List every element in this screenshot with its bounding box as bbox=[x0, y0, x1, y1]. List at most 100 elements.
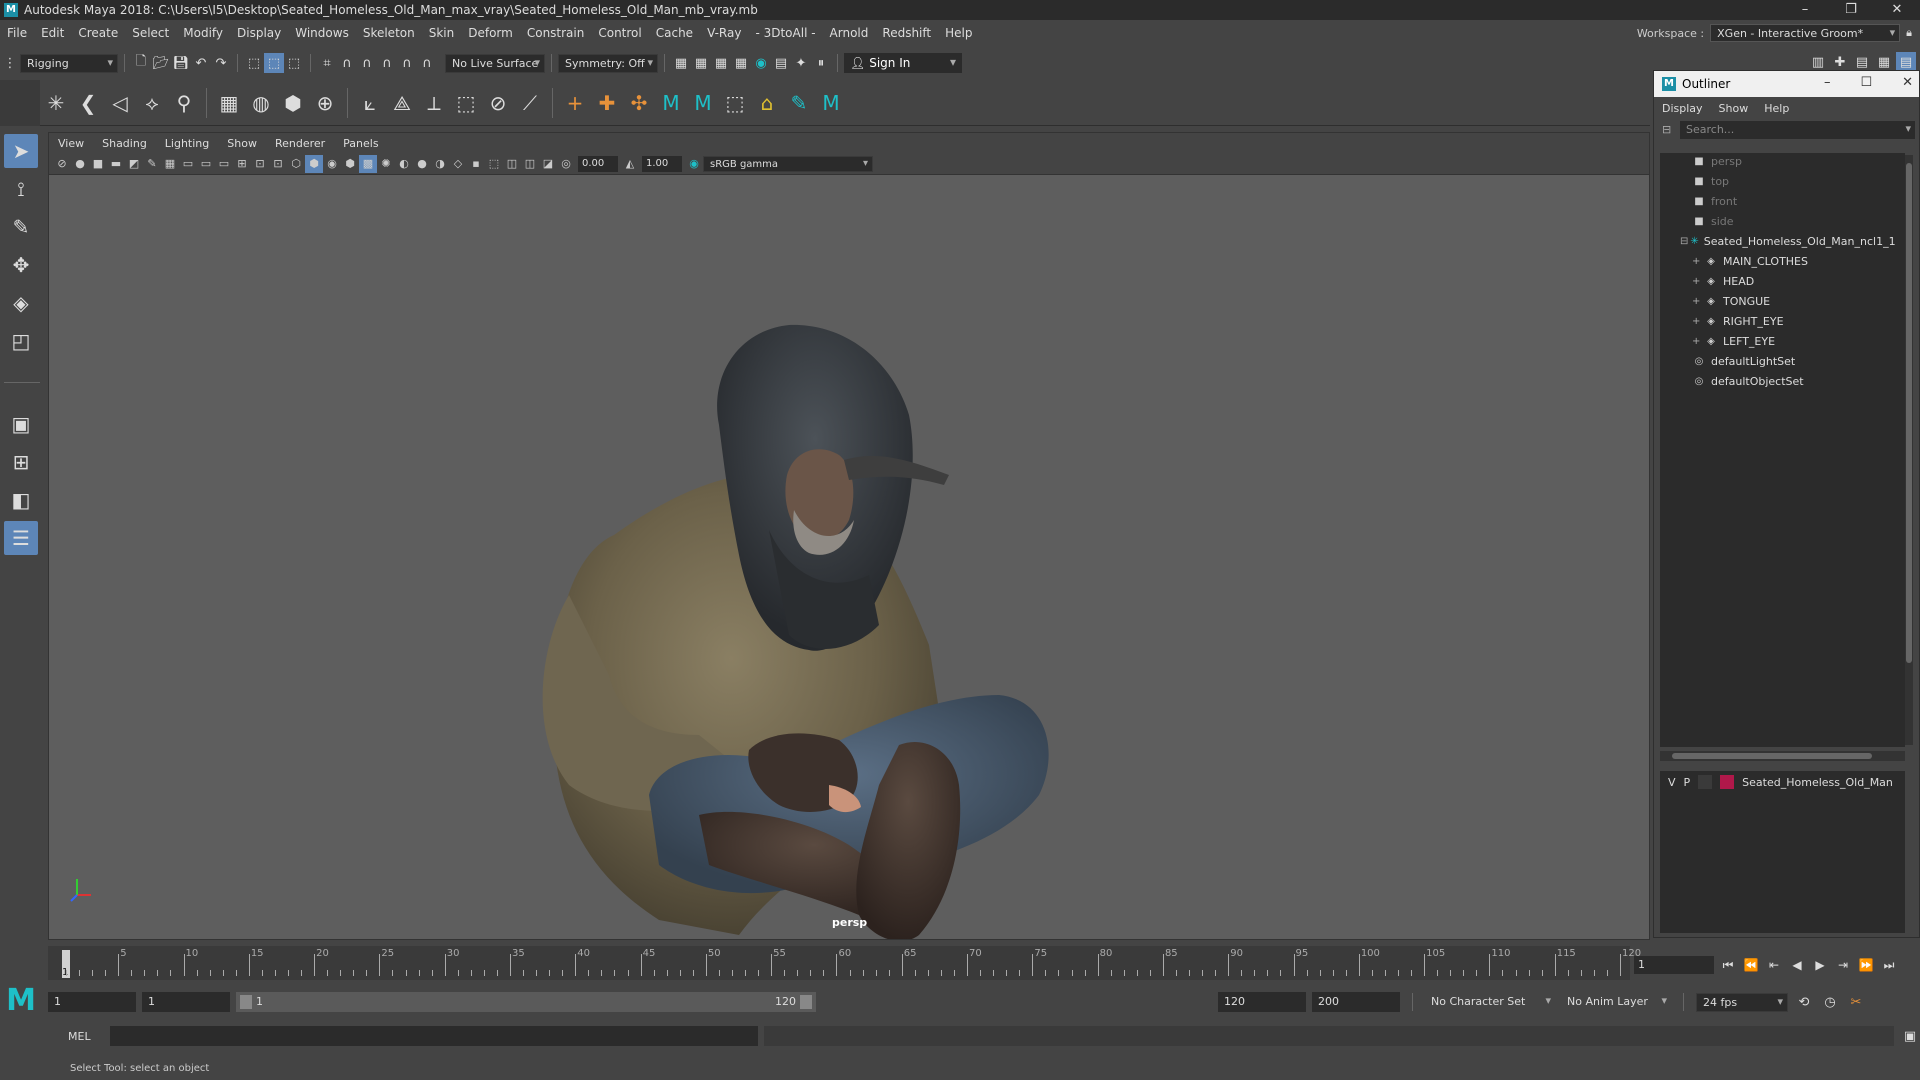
command-input[interactable] bbox=[110, 1026, 758, 1046]
camera-attributes-icon[interactable]: ⊘ bbox=[53, 155, 71, 173]
view-transform-dropdown[interactable]: sRGB gamma bbox=[703, 155, 873, 172]
outliner-menu-display[interactable]: Display bbox=[1654, 102, 1711, 115]
wireframe-icon[interactable]: ⬡ bbox=[287, 155, 305, 173]
outliner-item-front[interactable]: ■ front bbox=[1666, 191, 1886, 211]
humanik-icon[interactable]: ⚲ bbox=[168, 87, 200, 119]
menu-skin[interactable]: Skin bbox=[422, 26, 462, 40]
undo-icon[interactable]: ↶ bbox=[191, 53, 211, 73]
playback-start-field[interactable]: 1 bbox=[142, 992, 230, 1012]
panel-menu-view[interactable]: View bbox=[49, 137, 93, 150]
maximize-icon[interactable]: ☐ bbox=[1860, 75, 1872, 90]
snap-point-icon[interactable]: ∩ bbox=[357, 53, 377, 73]
color-management-icon[interactable]: ◉ bbox=[685, 155, 703, 173]
outliner-menu-help[interactable]: Help bbox=[1756, 102, 1797, 115]
ambient-occlusion-icon[interactable]: ● bbox=[413, 155, 431, 173]
panel-menu-show[interactable]: Show bbox=[218, 137, 266, 150]
lattice-icon[interactable]: ▦ bbox=[213, 87, 245, 119]
live-surface-dropdown[interactable]: No Live Surface bbox=[445, 53, 545, 73]
create-joints-icon[interactable]: ✳ bbox=[40, 87, 72, 119]
move-tool-icon[interactable]: ✥ bbox=[4, 248, 38, 282]
menu-cache[interactable]: Cache bbox=[649, 26, 700, 40]
depth-of-field-icon[interactable]: ▪ bbox=[467, 155, 485, 173]
restore-icon[interactable]: ❐ bbox=[1828, 0, 1874, 20]
collapse-handle-icon[interactable]: ⋮ bbox=[0, 53, 20, 73]
new-scene-icon[interactable]: 🗋︎ bbox=[131, 53, 151, 73]
outliner-item-right-eye[interactable]: + ◈ RIGHT_EYE bbox=[1666, 311, 1886, 331]
ipr-render-icon[interactable]: ▦ bbox=[711, 53, 731, 73]
paint-select-icon[interactable]: ✎ bbox=[4, 210, 38, 244]
locator-joint-icon[interactable]: ✚ bbox=[591, 87, 623, 119]
snap-curve-icon[interactable]: ∩ bbox=[337, 53, 357, 73]
light-editor-icon[interactable]: ✦ bbox=[791, 53, 811, 73]
two-pane-layout-icon[interactable]: ◧ bbox=[4, 483, 38, 517]
lasso-tool-icon[interactable]: ⟟ bbox=[4, 172, 38, 206]
select-tool-icon[interactable]: ➤ bbox=[4, 134, 38, 168]
single-pane-layout-icon[interactable]: ▣ bbox=[4, 407, 38, 441]
rig-helper-icon[interactable]: ✣ bbox=[623, 87, 655, 119]
outliner-item-head[interactable]: + ◈ HEAD bbox=[1666, 271, 1886, 291]
playback-end-field[interactable]: 120 bbox=[1218, 992, 1306, 1012]
range-end-handle[interactable] bbox=[800, 995, 812, 1009]
script-language-toggle[interactable]: MEL bbox=[48, 1030, 104, 1043]
shadows-icon[interactable]: ◐ bbox=[395, 155, 413, 173]
grease-pencil-icon[interactable]: ✎ bbox=[143, 155, 161, 173]
menu-select[interactable]: Select bbox=[125, 26, 176, 40]
render-setup-icon[interactable]: ▤ bbox=[771, 53, 791, 73]
fps-dropdown[interactable]: 24 fps bbox=[1696, 992, 1788, 1012]
script-editor-icon[interactable]: ▣ bbox=[1900, 1026, 1920, 1046]
orient-constraint-icon[interactable]: ⟂ bbox=[418, 87, 450, 119]
select-object-icon[interactable]: ⬚ bbox=[264, 53, 284, 73]
workspace-dropdown[interactable]: XGen - Interactive Groom* bbox=[1710, 24, 1901, 42]
range-bar[interactable]: 1 120 bbox=[236, 992, 816, 1012]
safe-action-icon[interactable]: ⊡ bbox=[251, 155, 269, 173]
outliner-item-top[interactable]: ■ top bbox=[1666, 171, 1886, 191]
render-settings-icon[interactable]: ▦ bbox=[731, 53, 751, 73]
panel-menu-lighting[interactable]: Lighting bbox=[156, 137, 218, 150]
outliner-vertical-scrollbar[interactable] bbox=[1905, 155, 1913, 745]
symmetry-dropdown[interactable]: Symmetry: Off bbox=[558, 53, 658, 73]
time-slider[interactable]: 1 51015202530354045505560657075808590951… bbox=[48, 946, 1641, 980]
menu-3dtoall[interactable]: - 3DtoAll - bbox=[748, 26, 822, 40]
anim-layer-dropdown[interactable]: No Anim Layer bbox=[1561, 992, 1671, 1012]
scene-view[interactable] bbox=[49, 175, 1649, 939]
pole-vector-icon[interactable]: ⟋ bbox=[514, 87, 546, 119]
snap-surface-icon[interactable]: ∩ bbox=[397, 53, 417, 73]
rotate-tool-icon[interactable]: ◈ bbox=[4, 286, 38, 320]
expand-icon[interactable]: + bbox=[1692, 296, 1702, 307]
step-back-frame-icon[interactable]: ⇤ bbox=[1765, 958, 1783, 972]
gamma-icon[interactable]: ◭ bbox=[621, 155, 639, 173]
empty-slot-icon[interactable]: ⬚ bbox=[719, 87, 751, 119]
step-forward-key-icon[interactable]: ⏩ bbox=[1857, 958, 1875, 972]
parent-constraint-icon[interactable]: ⊘ bbox=[482, 87, 514, 119]
smooth-shade-icon[interactable]: ⬢ bbox=[305, 154, 323, 173]
maya-script-2-icon[interactable]: M bbox=[687, 87, 719, 119]
animation-prefs-icon[interactable]: ✂ bbox=[1846, 992, 1866, 1012]
resolution-gate-icon[interactable]: ▭ bbox=[197, 155, 215, 173]
viewport-panel[interactable]: View Shading Lighting Show Renderer Pane… bbox=[48, 132, 1650, 940]
layer-type-toggle[interactable] bbox=[1698, 775, 1713, 789]
step-forward-frame-icon[interactable]: ⇥ bbox=[1834, 958, 1852, 972]
wireframe-on-shaded-icon[interactable]: ⬢ bbox=[341, 155, 359, 173]
panel-menu-renderer[interactable]: Renderer bbox=[266, 137, 334, 150]
play-backwards-icon[interactable]: ◀ bbox=[1788, 958, 1806, 972]
menu-skeleton[interactable]: Skeleton bbox=[356, 26, 422, 40]
default-material-icon[interactable]: ◉ bbox=[323, 155, 341, 173]
2d-pan-icon[interactable]: ◩ bbox=[125, 155, 143, 173]
collapse-icon[interactable]: ⊟ bbox=[1680, 236, 1688, 247]
exposure-field[interactable]: 0.00 bbox=[578, 155, 618, 172]
step-back-key-icon[interactable]: ⏪ bbox=[1742, 958, 1760, 972]
menu-arnold[interactable]: Arnold bbox=[823, 26, 876, 40]
aim-constraint-icon[interactable]: ⟁ bbox=[386, 87, 418, 119]
outliner-item-group[interactable]: ⊟ ✳ Seated_Homeless_Old_Man_ncl1_1 bbox=[1666, 231, 1896, 251]
close-icon[interactable]: ✕ bbox=[1902, 75, 1913, 90]
menu-create[interactable]: Create bbox=[71, 26, 125, 40]
field-chart-icon[interactable]: ⊞ bbox=[233, 155, 251, 173]
layer-playback-toggle[interactable]: P bbox=[1684, 776, 1691, 789]
menu-vray[interactable]: V-Ray bbox=[700, 26, 748, 40]
modeling-toolkit-icon[interactable]: ▥ bbox=[1808, 52, 1828, 72]
seated-old-man-model[interactable] bbox=[542, 324, 1049, 939]
character-set-dropdown[interactable]: No Character Set bbox=[1425, 992, 1555, 1012]
layer-color-swatch[interactable] bbox=[1720, 775, 1735, 789]
motion-blur-icon[interactable]: ◑ bbox=[431, 155, 449, 173]
xray-joints-icon[interactable]: ◫ bbox=[521, 155, 539, 173]
